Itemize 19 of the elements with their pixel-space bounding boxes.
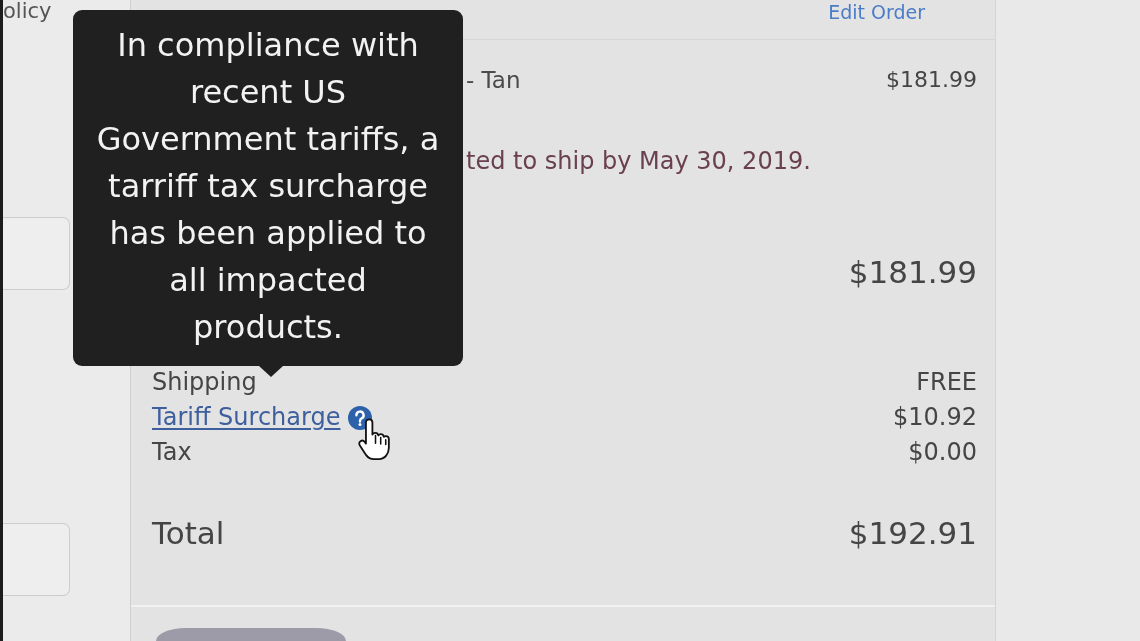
input-field[interactable] bbox=[3, 523, 70, 596]
subtotal-amount: $181.99 bbox=[848, 253, 977, 292]
total-label: Total bbox=[152, 514, 225, 553]
tooltip-text: In compliance with recent US Government tariffs, a tarriff tax surcharge has been applied to all impacted products. bbox=[95, 25, 441, 348]
total-amount: $192.91 bbox=[848, 514, 977, 553]
charge-amount: FREE bbox=[916, 369, 977, 396]
action-button[interactable] bbox=[156, 628, 346, 641]
hand-cursor-icon bbox=[358, 418, 392, 462]
heading-fragment: olicy bbox=[3, 0, 52, 22]
edit-link[interactable]: Edit Order bbox=[828, 1, 925, 23]
product-price: $181.99 bbox=[886, 66, 977, 94]
charge-label: Shipping bbox=[152, 369, 257, 396]
product-name: - Tan bbox=[466, 66, 521, 94]
charge-amount: $10.92 bbox=[893, 404, 977, 431]
input-field[interactable] bbox=[3, 217, 70, 290]
ship-estimate-text: ted to ship by May 30, 2019. bbox=[466, 146, 811, 176]
charge-label: Tax bbox=[152, 439, 192, 466]
charge-amount: $0.00 bbox=[908, 439, 977, 466]
charge-link[interactable]: Tariff Surcharge bbox=[152, 404, 341, 431]
